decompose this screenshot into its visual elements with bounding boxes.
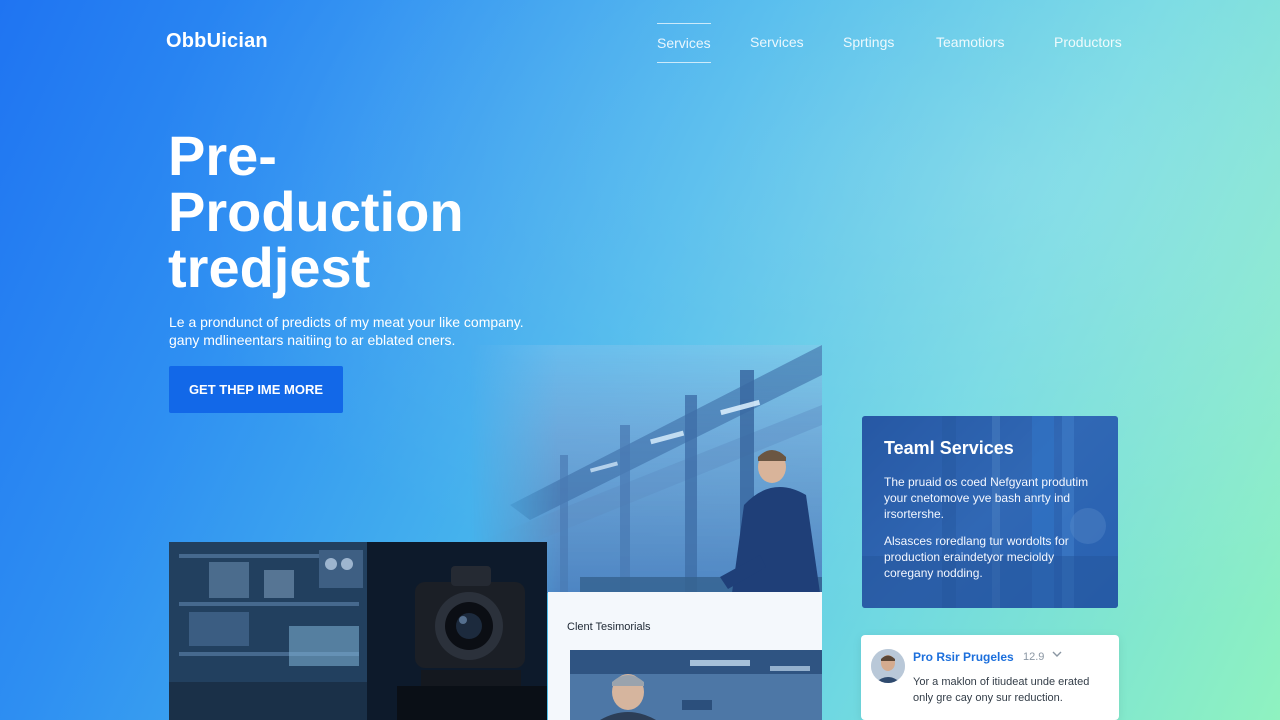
nav-item-sprtings[interactable]: Sprtings xyxy=(843,23,894,61)
hero-title-line-2: Production xyxy=(168,180,464,243)
brand-logo[interactable]: ObbUician xyxy=(166,30,268,53)
hero-description-line-1: Le a prondunct of predicts of my meat yo… xyxy=(169,314,524,330)
review-text-line-1: Yor a maklon of itiudeat unde erated xyxy=(913,676,1090,688)
chevron-down-icon[interactable] xyxy=(1052,649,1062,662)
equipment-photo xyxy=(169,542,547,720)
services-card-title: Teaml Services xyxy=(884,438,1014,458)
hero-title-line-3: tredjest xyxy=(168,236,371,299)
review-text: Yor a maklon of itiudeat unde erated onl… xyxy=(913,674,1103,706)
hero-description: Le a prondunct of predicts of my meat yo… xyxy=(169,313,549,349)
review-author-name[interactable]: Pro Rsir Prugeles xyxy=(913,650,1014,664)
services-card-paragraph-2: Alsasces roredlang tur wordolts for prod… xyxy=(884,534,1069,580)
review-card[interactable]: Pro Rsir Prugeles 12.9 Yor a maklon of i… xyxy=(861,635,1119,720)
testimonials-label: Clent Tesimorials xyxy=(567,621,651,633)
nav-item-teamotiors[interactable]: Teamotiors xyxy=(936,23,1004,61)
review-meta: 12.9 xyxy=(1023,651,1045,663)
nav-item-services-active[interactable]: Services xyxy=(657,23,711,63)
nav-item-productors[interactable]: Productors xyxy=(1054,23,1122,61)
avatar xyxy=(871,649,905,683)
hero-title-line-1: Pre- xyxy=(168,124,277,187)
nav-item-services[interactable]: Services xyxy=(750,23,804,61)
hero-title: Pre- Production tredjest xyxy=(168,128,588,296)
testimonials-card: Clent Tesimorials xyxy=(548,592,822,720)
top-navigation: Services Services Sprtings Teamotiors Pr… xyxy=(640,23,1130,63)
review-text-line-2: only gre cay ony sur reduction. xyxy=(913,692,1063,704)
testimonial-photo xyxy=(570,650,822,720)
team-services-card[interactable]: Teaml Services The pruaid os coed Nefgya… xyxy=(862,416,1118,608)
services-card-paragraph-1: The pruaid os coed Nefgyant produtim you… xyxy=(884,475,1089,521)
cta-button[interactable]: GET THEP IME MORE xyxy=(169,366,343,413)
